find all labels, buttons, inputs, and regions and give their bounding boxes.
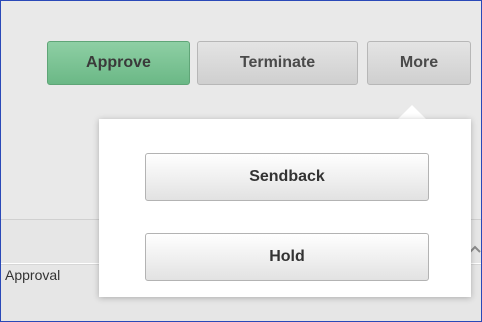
approval-label: Approval: [5, 267, 61, 283]
app-frame: Approval Approve Terminate More Sendback…: [0, 0, 482, 322]
more-button[interactable]: More: [367, 41, 471, 85]
terminate-button[interactable]: Terminate: [197, 41, 358, 85]
sendback-button[interactable]: Sendback: [145, 153, 429, 201]
hold-button[interactable]: Hold: [145, 233, 429, 281]
more-actions-popup: Sendback Hold: [99, 119, 471, 297]
popup-pointer: [397, 105, 427, 120]
approve-button[interactable]: Approve: [47, 41, 190, 85]
